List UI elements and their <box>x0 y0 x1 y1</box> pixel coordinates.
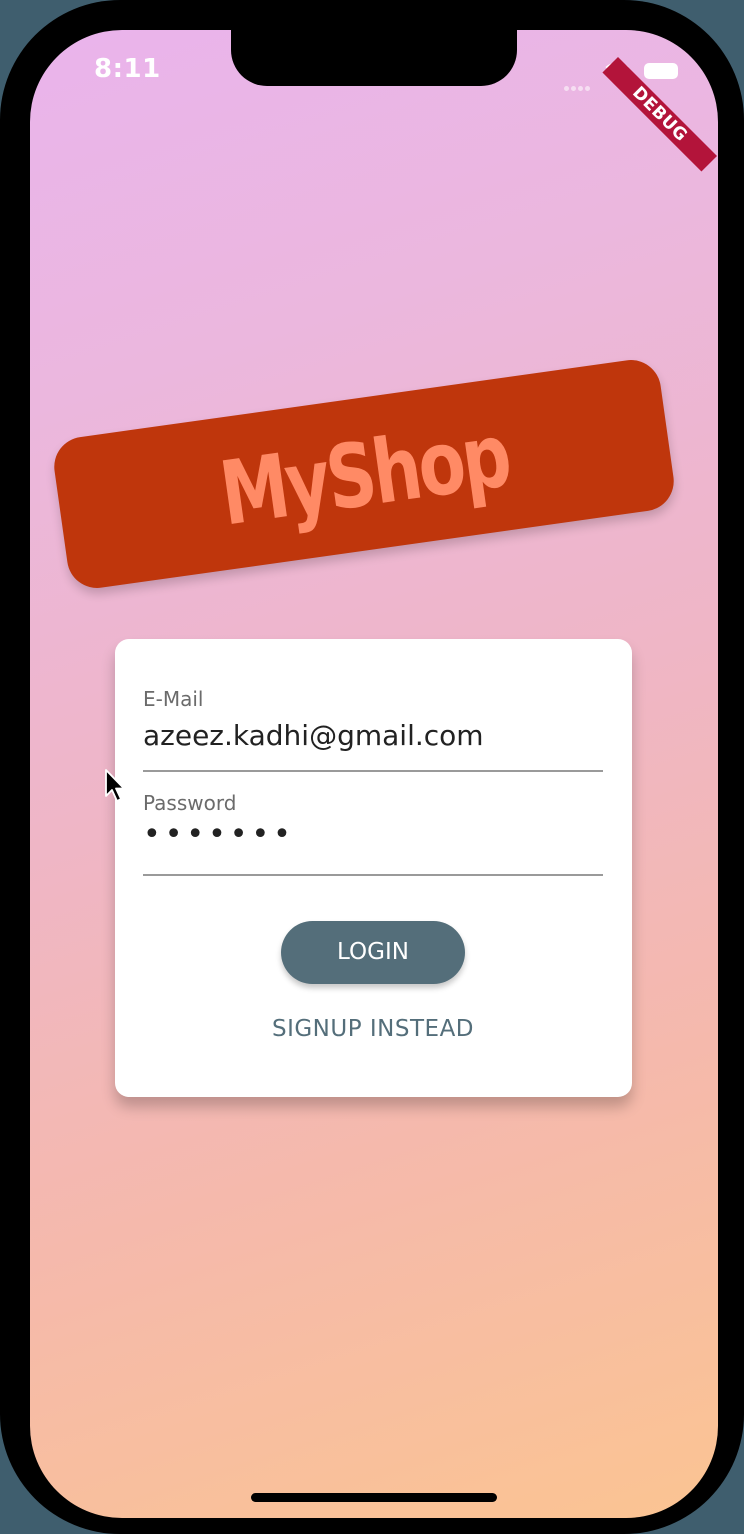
password-input-value[interactable]: ••••••• <box>143 817 295 852</box>
email-field[interactable]: E-Mail azeez.kadhi@gmail.com <box>143 683 603 772</box>
auth-card: E-Mail azeez.kadhi@gmail.com Password ••… <box>115 639 632 1097</box>
login-button[interactable]: LOGIN <box>281 921 465 984</box>
cellular-signal-icon <box>564 76 594 91</box>
battery-icon <box>644 63 678 79</box>
device-notch <box>231 30 517 86</box>
email-input-value[interactable]: azeez.kadhi@gmail.com <box>143 719 484 752</box>
home-indicator[interactable] <box>251 1493 497 1502</box>
mouse-pointer-icon <box>105 769 125 802</box>
phone-frame: 8:11 DEBUG MyShop E-Mail azeez.kadhi@gma… <box>0 0 744 1534</box>
password-field[interactable]: Password ••••••• <box>143 787 603 876</box>
email-field-label: E-Mail <box>143 687 204 711</box>
app-logo-text: MyShop <box>213 402 515 546</box>
password-field-label: Password <box>143 791 237 815</box>
status-time: 8:11 <box>94 54 161 84</box>
app-logo-badge: MyShop <box>50 356 678 592</box>
app-screen: 8:11 DEBUG MyShop E-Mail azeez.kadhi@gma… <box>30 30 718 1518</box>
signup-instead-button[interactable]: SIGNUP INSTEAD <box>245 1011 501 1047</box>
